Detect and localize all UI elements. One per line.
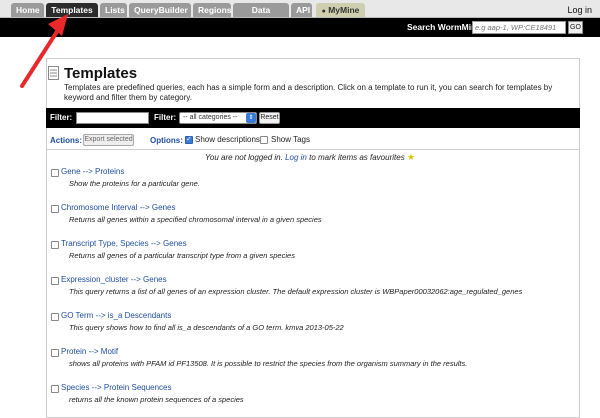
template-checkbox[interactable] (51, 277, 59, 285)
template-description: returns all the known protein sequences … (69, 395, 244, 404)
user-icon: ● (321, 8, 326, 15)
notice-text: You are not logged in. (205, 153, 283, 162)
template-description: Show the proteins for a particular gene. (69, 179, 200, 188)
template-checkbox[interactable] (51, 385, 59, 393)
template-checkbox[interactable] (51, 205, 59, 213)
template-link[interactable]: Transcript Type, Species --> Genes (61, 239, 187, 248)
template-checkbox[interactable] (51, 169, 59, 177)
tab-templates[interactable]: Templates (46, 3, 98, 17)
filter-bar: Filter: Filter: -- all categories -- ⇕ R… (46, 108, 580, 128)
notice-login-link[interactable]: Log in (285, 153, 307, 162)
template-description: shows all proteins with PFAM id PF13508.… (69, 359, 468, 368)
template-checkbox[interactable] (51, 349, 59, 357)
template-link[interactable]: Species --> Protein Sequences (61, 383, 172, 392)
filter-keyword-label: Filter: (50, 113, 73, 122)
go-button[interactable]: GO (568, 21, 583, 34)
options-label: Options: (150, 136, 183, 145)
filter-category-label: Filter: (154, 113, 177, 122)
template-checkbox[interactable] (51, 241, 59, 249)
tab-regions[interactable]: Regions (193, 3, 232, 17)
template-description: Returns all genes of a particular transc… (69, 251, 295, 260)
template-link[interactable]: GO Term --> is_a Descendants (61, 311, 171, 320)
notice-text-end: to mark items as favourites (309, 153, 405, 162)
show-descriptions-checkbox[interactable] (185, 135, 193, 144)
show-tags-label: Show Tags (271, 135, 310, 144)
template-link[interactable]: Chromosome Interval --> Genes (61, 203, 176, 212)
tab-data-sources[interactable]: Data Sources (233, 3, 289, 29)
top-nav: Home Templates Lists QueryBuilder Region… (0, 0, 600, 29)
show-descriptions-label: Show descriptions (195, 135, 260, 144)
search-bar: Search WormMine GO (0, 18, 600, 37)
template-description: This query shows how to find all is_a de… (69, 323, 344, 332)
star-icon: ★ (406, 152, 416, 162)
template-description: Returns all genes within a specified chr… (69, 215, 322, 224)
template-description: This query returns a list of all genes o… (69, 287, 523, 296)
templates-icon (48, 66, 59, 80)
template-link[interactable]: Gene --> Proteins (61, 167, 124, 176)
tab-home[interactable]: Home (11, 3, 44, 17)
search-label: Search WormMine (407, 22, 482, 32)
tab-api[interactable]: API (291, 3, 312, 17)
template-link[interactable]: Expression_cluster --> Genes (61, 275, 167, 284)
actions-bar: Actions: Export selected Options: Show d… (46, 131, 580, 150)
page-description: Templates are predefined queries, each h… (64, 83, 553, 102)
filter-keyword-input[interactable] (76, 112, 149, 124)
login-link[interactable]: Log in (567, 5, 592, 15)
login-notice: You are not logged in. Log in to mark it… (205, 152, 415, 163)
show-tags-checkbox[interactable] (260, 136, 268, 144)
search-input[interactable] (472, 21, 566, 34)
select-arrows-icon: ⇕ (246, 113, 256, 123)
actions-label: Actions: (50, 136, 82, 145)
page-title: Templates (64, 65, 138, 82)
category-select-value: -- all categories -- (183, 114, 238, 121)
tab-mymine-label: MyMine (328, 5, 360, 15)
template-link[interactable]: Protein --> Motif (61, 347, 118, 356)
tab-lists[interactable]: Lists (100, 3, 127, 17)
template-checkbox[interactable] (51, 313, 59, 321)
reset-button[interactable]: Reset (259, 112, 280, 124)
category-select[interactable]: -- all categories -- ⇕ (179, 112, 257, 124)
tab-mymine[interactable]: ● MyMine (316, 3, 365, 17)
export-selected-button[interactable]: Export selected (83, 134, 134, 146)
tab-querybuilder[interactable]: QueryBuilder (129, 3, 191, 17)
